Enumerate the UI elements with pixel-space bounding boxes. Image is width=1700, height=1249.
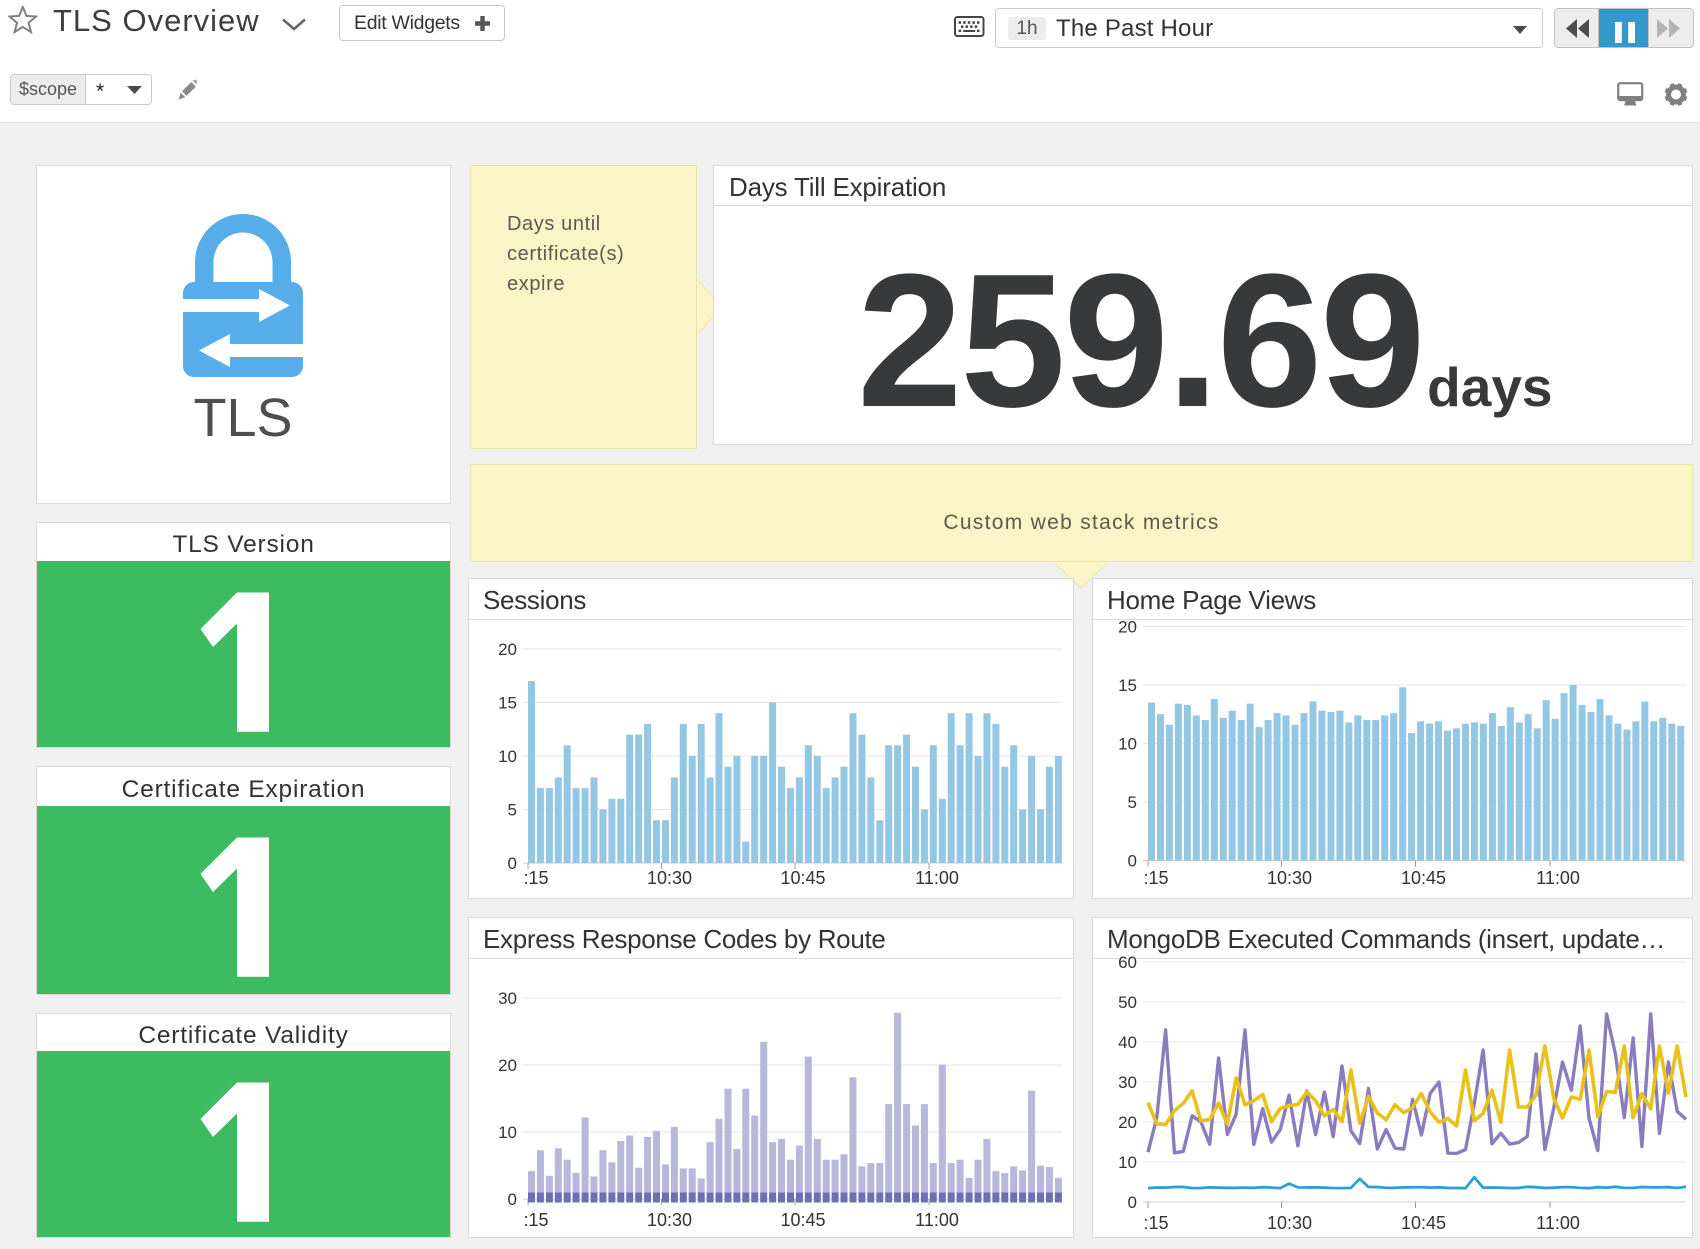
- svg-text:10:45: 10:45: [1401, 1213, 1446, 1233]
- svg-text:20: 20: [1118, 620, 1137, 637]
- svg-text:0: 0: [508, 1190, 517, 1209]
- svg-text:5: 5: [508, 801, 517, 820]
- svg-text:11:00: 11:00: [1536, 1213, 1580, 1233]
- svg-text:10:45: 10:45: [780, 1210, 825, 1230]
- svg-text:50: 50: [1118, 993, 1137, 1012]
- svg-text:11:00: 11:00: [915, 1210, 959, 1230]
- svg-text:5: 5: [1128, 793, 1137, 812]
- svg-text::15: :15: [1143, 868, 1168, 888]
- svg-text:10: 10: [1118, 1153, 1137, 1172]
- svg-text::15: :15: [1143, 1213, 1168, 1233]
- svg-text:TLS: TLS: [193, 388, 292, 448]
- svg-text:15: 15: [498, 694, 517, 713]
- svg-text:40: 40: [1118, 1033, 1137, 1052]
- svg-text::15: :15: [523, 1210, 548, 1230]
- svg-text:10:45: 10:45: [780, 868, 825, 888]
- svg-text:10:30: 10:30: [647, 1210, 692, 1230]
- svg-text:60: 60: [1118, 953, 1137, 972]
- svg-text:0: 0: [1128, 1193, 1137, 1212]
- svg-text:30: 30: [1118, 1073, 1137, 1092]
- svg-text:10: 10: [498, 1123, 517, 1142]
- svg-text:0: 0: [1128, 852, 1137, 871]
- svg-text:10: 10: [498, 747, 517, 766]
- svg-text:10:30: 10:30: [1267, 868, 1312, 888]
- svg-text:11:00: 11:00: [1536, 868, 1580, 888]
- svg-text:10:45: 10:45: [1401, 868, 1446, 888]
- svg-text:15: 15: [1118, 676, 1137, 695]
- svg-text::15: :15: [523, 868, 548, 888]
- svg-text:30: 30: [498, 989, 517, 1008]
- svg-text:10:30: 10:30: [647, 868, 692, 888]
- svg-text:20: 20: [1118, 1113, 1137, 1132]
- svg-text:20: 20: [498, 1056, 517, 1075]
- svg-text:11:00: 11:00: [915, 868, 959, 888]
- svg-text:10:30: 10:30: [1267, 1213, 1312, 1233]
- svg-text:0: 0: [508, 854, 517, 873]
- svg-text:10: 10: [1118, 735, 1137, 754]
- svg-text:20: 20: [498, 640, 517, 659]
